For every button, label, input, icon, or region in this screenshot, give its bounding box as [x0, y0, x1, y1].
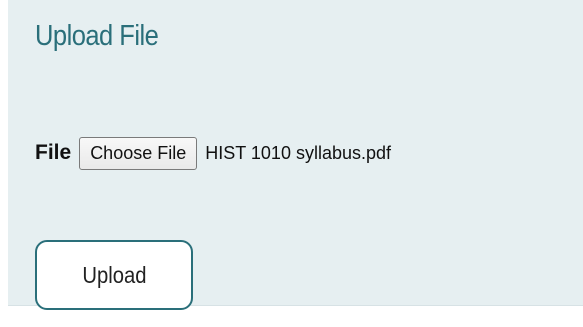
page-title: Upload File	[35, 20, 159, 52]
file-label: File	[35, 141, 72, 164]
file-input-row: File Choose File HIST 1010 syllabus.pdf	[35, 135, 391, 171]
selected-file-name: HIST 1010 syllabus.pdf	[205, 142, 392, 163]
choose-file-button[interactable]: Choose File	[79, 136, 198, 170]
upload-file-panel: Upload File File Choose File HIST 1010 s…	[8, 0, 583, 310]
upload-button-label: Upload	[81, 261, 147, 288]
upload-button[interactable]: Upload	[35, 240, 193, 310]
